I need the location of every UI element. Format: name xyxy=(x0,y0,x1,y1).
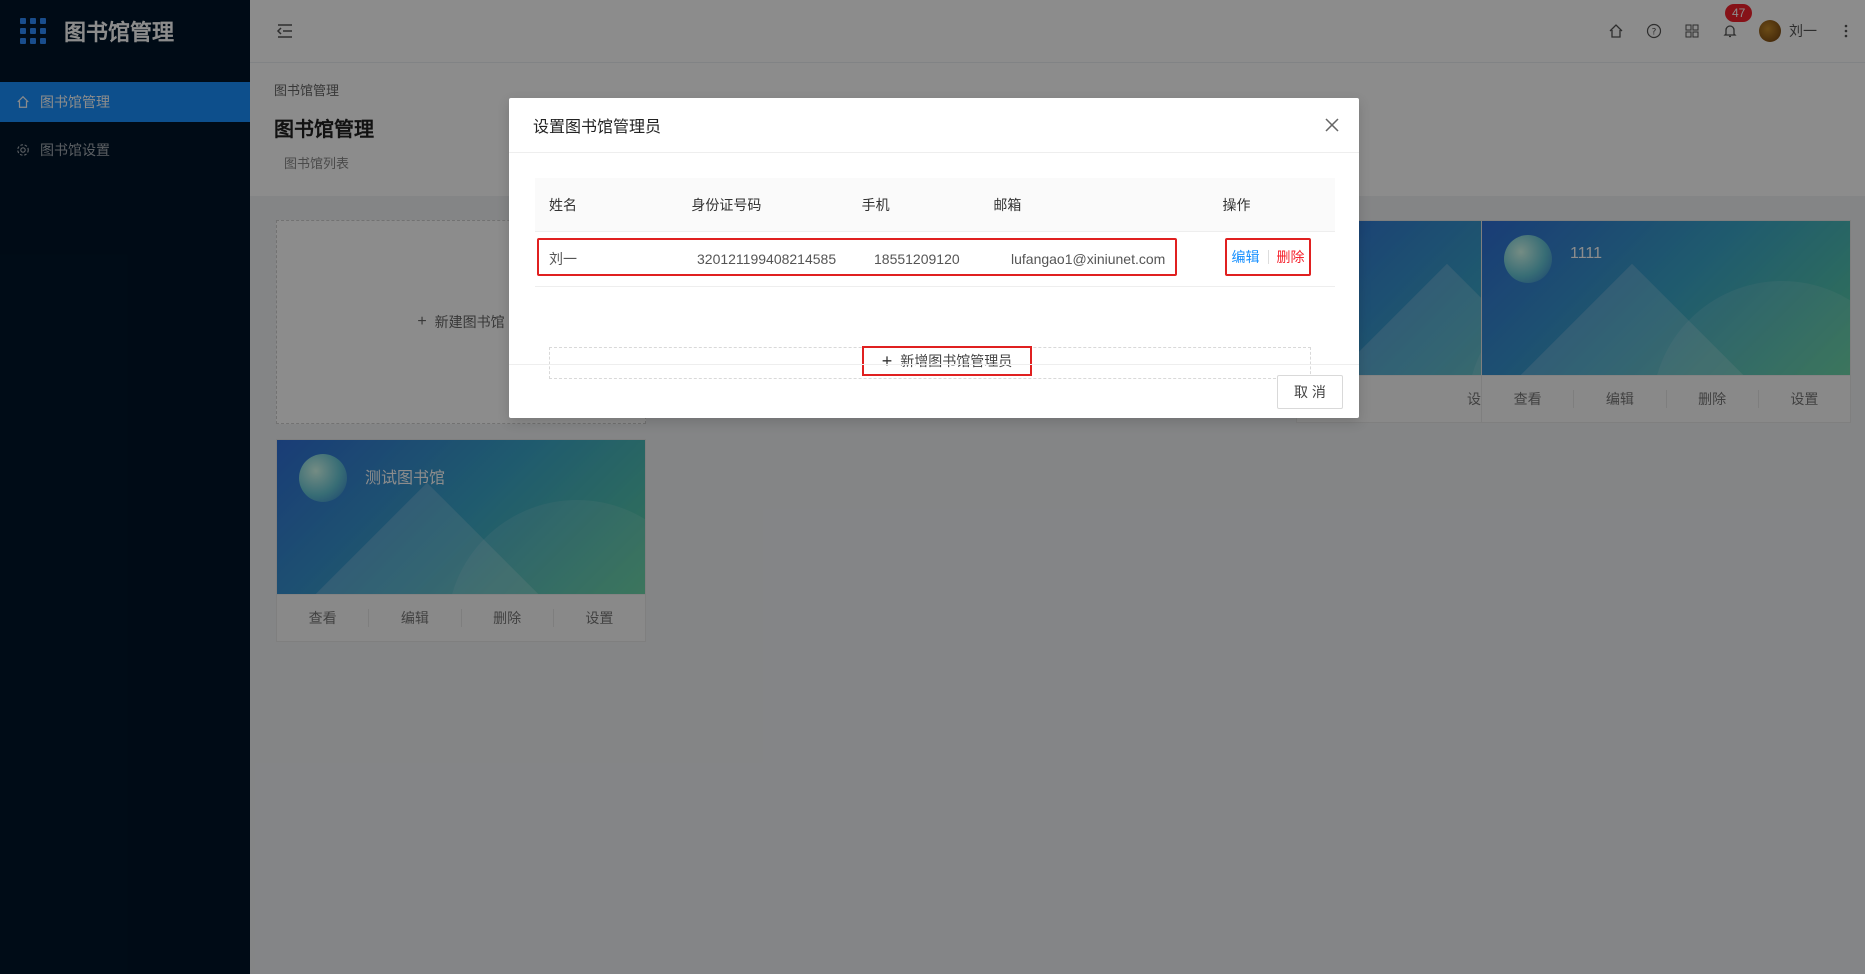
column-header-name: 姓名 xyxy=(549,196,577,213)
table-row: 刘一 320121199408214585 18551209120 lufang… xyxy=(535,232,1335,287)
column-header-id: 身份证号码 xyxy=(691,196,762,213)
delete-admin-link[interactable]: 删除 xyxy=(1277,247,1305,267)
table-header: 姓名 身份证号码 手机 邮箱 操作 xyxy=(535,178,1335,232)
row-actions: 编辑 删除 xyxy=(1225,238,1311,276)
row-highlight xyxy=(537,238,1177,276)
column-header-phone: 手机 xyxy=(861,196,890,213)
close-icon[interactable] xyxy=(1323,116,1341,134)
column-header-actions: 操作 xyxy=(1222,196,1251,213)
modal-title: 设置图书馆管理员 xyxy=(509,98,1359,153)
edit-admin-link[interactable]: 编辑 xyxy=(1232,247,1260,267)
modal-footer: 取 消 xyxy=(509,364,1359,419)
column-header-email: 邮箱 xyxy=(993,196,1022,213)
admin-settings-modal: 设置图书馆管理员 姓名 身份证号码 手机 邮箱 操作 刘一 3201211994… xyxy=(509,98,1359,418)
action-divider xyxy=(1267,250,1269,264)
cancel-button[interactable]: 取 消 xyxy=(1277,375,1343,409)
admin-table: 姓名 身份证号码 手机 邮箱 操作 刘一 320121199408214585 … xyxy=(535,178,1335,379)
